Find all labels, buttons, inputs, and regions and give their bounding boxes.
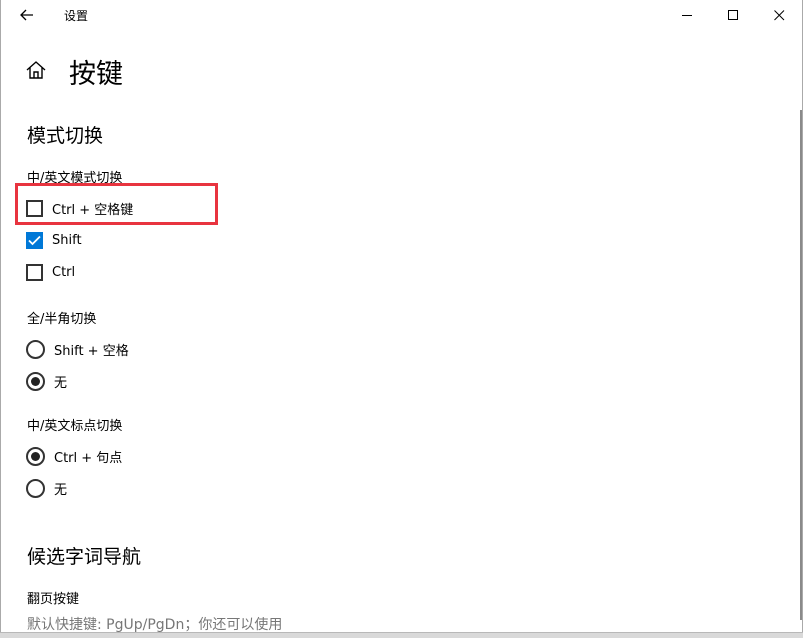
radio-button[interactable] <box>26 339 45 359</box>
radio-button[interactable] <box>26 478 45 498</box>
radio-dot <box>31 376 40 386</box>
maximize-button[interactable] <box>710 0 756 30</box>
radio-ctrl-period[interactable]: Ctrl + 句点 <box>26 445 122 467</box>
radio-label: 无 <box>54 482 68 498</box>
radio-none-punctuation[interactable]: 无 <box>26 477 67 499</box>
checkbox-box[interactable] <box>26 263 43 281</box>
back-arrow-icon <box>20 9 33 21</box>
radio-label: Shift + 空格 <box>54 343 129 359</box>
radio-shift-space[interactable]: Shift + 空格 <box>26 338 129 360</box>
highlight-annotation <box>15 183 218 225</box>
window-title: 设置 <box>64 9 89 23</box>
checkbox-box-checked[interactable] <box>26 231 43 249</box>
checkbox-label: Ctrl <box>52 264 76 280</box>
radio-button-selected[interactable] <box>26 371 45 391</box>
radio-dot <box>31 451 40 461</box>
back-button[interactable] <box>13 4 41 26</box>
page-title: 按键 <box>69 59 123 90</box>
settings-window: 设置 按键 模式切换 中/英文模式切换 Ctrl + 空格键 Shift Ctr… <box>0 0 803 632</box>
full-half-label: 全/半角切换 <box>27 312 97 327</box>
punctuation-label: 中/英文标点切换 <box>27 419 123 434</box>
minimize-button[interactable] <box>664 0 710 30</box>
vertical-scrollbar[interactable] <box>800 110 802 620</box>
close-button[interactable] <box>756 0 802 30</box>
radio-label: 无 <box>54 375 68 391</box>
paging-hint-text: 默认快捷键: PgUp/PgDn；你还可以使用 <box>27 617 283 632</box>
minimize-icon <box>681 14 692 16</box>
close-icon <box>773 9 784 20</box>
title-bar: 设置 <box>1 0 802 30</box>
checkbox-label: Shift <box>52 232 82 248</box>
home-icon[interactable] <box>25 59 47 81</box>
checkbox-shift[interactable]: Shift <box>26 229 82 251</box>
paging-keys-label: 翻页按键 <box>27 592 80 607</box>
section-title-candidate-nav: 候选字词导航 <box>27 546 142 568</box>
radio-label: Ctrl + 句点 <box>54 450 123 466</box>
checkbox-ctrl[interactable]: Ctrl <box>26 261 75 283</box>
radio-button-selected[interactable] <box>26 446 45 466</box>
background-window-strip <box>0 632 803 638</box>
maximize-icon <box>727 9 738 20</box>
window-controls <box>664 0 802 30</box>
radio-none-full-half[interactable]: 无 <box>26 370 67 392</box>
checkmark-icon <box>28 235 41 245</box>
section-title-mode-switch: 模式切换 <box>27 125 104 147</box>
